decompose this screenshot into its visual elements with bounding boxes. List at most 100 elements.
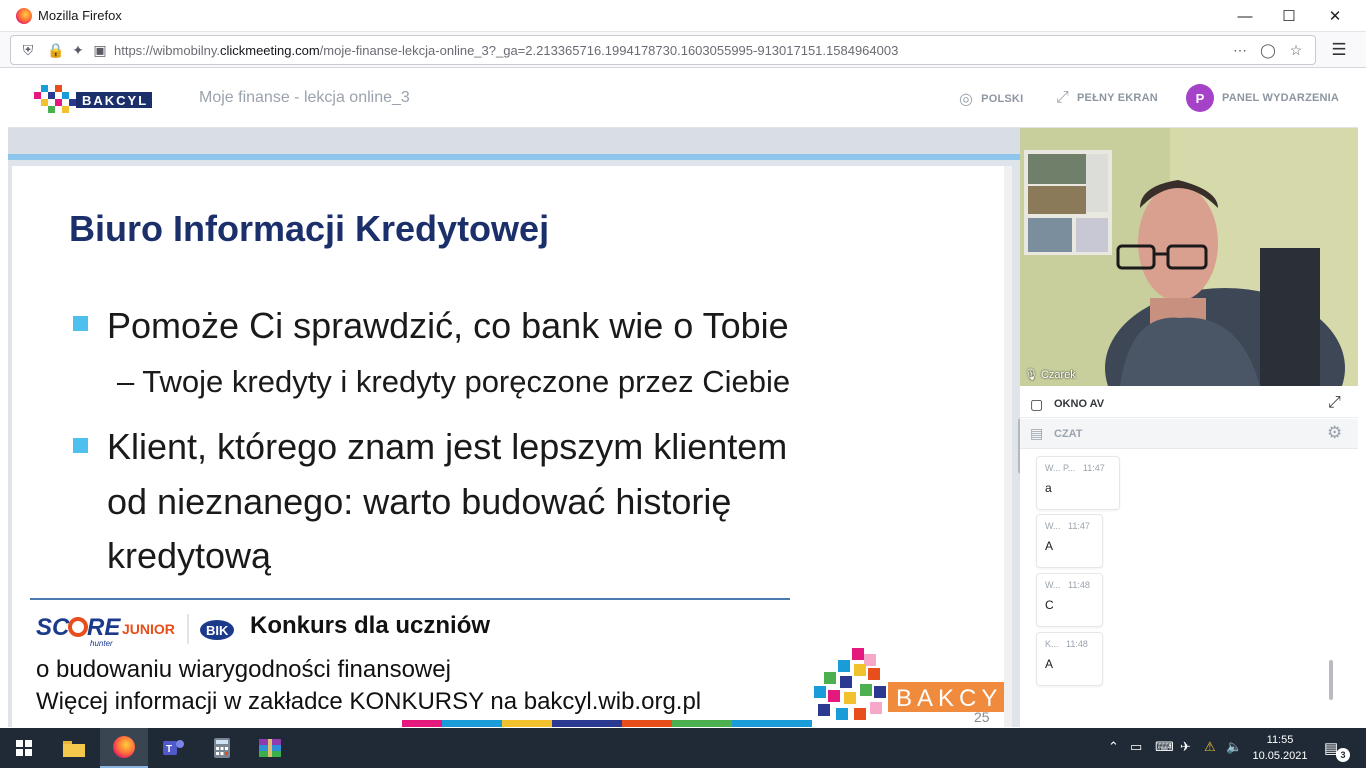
presentation-toolbar xyxy=(8,128,1020,160)
chat-message-text: C xyxy=(1045,598,1054,612)
contest-description: o budowaniu wiarygodności finansowej xyxy=(36,656,451,683)
system-clock[interactable]: 11:55 10.05.2021 xyxy=(1250,732,1310,764)
score-logo-text-2: RE xyxy=(87,614,121,641)
chat-label: CZAT xyxy=(1054,428,1083,440)
teams-taskbar-button[interactable]: T xyxy=(150,728,198,768)
network-icon[interactable]: ▭ xyxy=(1130,739,1142,755)
bullet-marker xyxy=(73,316,88,331)
volume-icon[interactable]: 🔈 xyxy=(1226,739,1242,755)
firefox-icon xyxy=(16,8,32,24)
av-window-bar[interactable]: ▢ OKNO AV ⤢ xyxy=(1020,390,1358,418)
slide: Biuro Informacji Kredytowej Pomoże Ci sp… xyxy=(12,166,1012,727)
close-window-button[interactable]: ✕ xyxy=(1312,0,1358,32)
slide-sub-bullet: – Twoje kredyty i kredyty poręczone prze… xyxy=(117,364,791,399)
chat-message-list: W... P... 11:47 a W... 11:47 A W... 11:4… xyxy=(1020,450,1358,718)
maximize-button[interactable]: ☐ xyxy=(1266,0,1312,32)
notification-count-badge: 3 xyxy=(1336,748,1350,762)
start-button[interactable] xyxy=(0,728,48,768)
winrar-icon xyxy=(259,739,281,757)
chat-message: W... 11:48 C xyxy=(1036,573,1103,627)
slide-bullet-2-line-3: kredytową xyxy=(107,535,272,576)
hunter-logo-text: hunter xyxy=(90,639,113,648)
chat-message: W... 11:47 A xyxy=(1036,514,1103,568)
video-camera-icon: ▢ xyxy=(1030,396,1044,412)
presentation-area: Biuro Informacji Kredytowej Pomoże Ci sp… xyxy=(8,128,1020,727)
navigation-bar: ⛨ 🔒 ✦ ▣ https://wibmobilny.clickmeeting.… xyxy=(0,32,1366,68)
fullscreen-label: PEŁNY EKRAN xyxy=(1077,92,1158,104)
calculator-icon xyxy=(214,738,230,758)
folder-icon xyxy=(63,741,85,757)
menu-icon[interactable]: ☰ xyxy=(1328,39,1350,61)
firefox-icon xyxy=(113,736,135,758)
minimize-button[interactable]: — xyxy=(1222,0,1268,32)
fullscreen-icon: ⤢ xyxy=(1056,89,1070,106)
fullscreen-button[interactable]: ⤢ PEŁNY EKRAN xyxy=(1056,89,1158,107)
event-panel-button[interactable]: P PANEL WYDARZENIA xyxy=(1186,84,1339,112)
globe-icon: ◎ xyxy=(959,91,974,108)
file-explorer-button[interactable] xyxy=(50,728,98,768)
page-actions-icon[interactable]: ⋯ xyxy=(1231,41,1249,59)
warning-icon[interactable]: ⚠ xyxy=(1204,739,1216,755)
slide-bullet-2-line-1: Klient, którego znam jest lepszym klient… xyxy=(107,426,788,467)
slide-bullet-1: Pomoże Ci sprawdzić, co bank wie o Tobie xyxy=(107,305,789,346)
gear-icon[interactable]: ⚙ xyxy=(1327,423,1342,443)
bakcyl-logo-text: BAKCYL xyxy=(82,93,148,108)
webcam-video xyxy=(1020,128,1358,386)
camera-permission-icon[interactable]: ▣ xyxy=(91,41,109,59)
slide-divider xyxy=(30,598,790,600)
contest-title: Konkurs dla uczniów xyxy=(250,612,491,639)
right-panel: 🎙 Czarek ▢ OKNO AV ⤢ ▤ CZAT ⚙ W... P... … xyxy=(1020,128,1358,727)
window-titlebar: Mozilla Firefox — ☐ ✕ xyxy=(0,0,1366,32)
window-title: Mozilla Firefox xyxy=(38,8,122,23)
clock-date: 10.05.2021 xyxy=(1252,750,1308,762)
score-logo-o-icon xyxy=(68,617,88,637)
chat-message: W... P... 11:47 a xyxy=(1036,456,1120,510)
participant-name-label: 🎙 Czarek xyxy=(1024,368,1076,382)
junior-logo-text: JUNIOR xyxy=(122,621,175,637)
chat-scrollbar[interactable] xyxy=(1329,660,1333,700)
chat-message-meta: W... P... 11:47 xyxy=(1045,463,1105,473)
chat-message-meta: W... 11:47 xyxy=(1045,521,1090,531)
avatar: P xyxy=(1186,84,1214,112)
url-bar[interactable]: ⛨ 🔒 ✦ ▣ https://wibmobilny.clickmeeting.… xyxy=(10,35,1316,65)
bik-logo-text: BIK xyxy=(206,623,229,638)
pocket-icon[interactable]: ◯ xyxy=(1259,41,1277,59)
chat-header: ▤ CZAT ⚙ xyxy=(1020,419,1358,449)
url-text[interactable]: https://wibmobilny.clickmeeting.com/moje… xyxy=(114,43,898,58)
teams-icon: T xyxy=(163,740,184,755)
firefox-taskbar-button[interactable] xyxy=(100,728,148,768)
chat-message: K... 11:48 A xyxy=(1036,632,1103,686)
undock-window-icon[interactable]: ⤢ xyxy=(1328,394,1341,412)
windows-taskbar: T ⌃ ▭ ⌨ ✈ ⚠ 🔈 11:55 10.05.2021 ▤ 3 xyxy=(0,728,1366,768)
tray-overflow-icon[interactable]: ⌃ xyxy=(1108,739,1119,755)
bakcyl-logo: BAKCYL xyxy=(34,85,152,113)
shield-icon[interactable]: ⛨ xyxy=(19,41,37,59)
event-title: Moje finanse - lekcja online_3 xyxy=(199,89,410,106)
slide-logo-text: BAKCYL xyxy=(896,685,1012,712)
score-logo-text: SC xyxy=(36,614,70,641)
participant-name: Czarek xyxy=(1040,368,1076,381)
chat-message-text: a xyxy=(1045,481,1052,495)
lock-icon[interactable]: 🔒 xyxy=(47,41,65,59)
chat-message-meta: K... 11:48 xyxy=(1045,639,1088,649)
event-panel-label: PANEL WYDARZENIA xyxy=(1222,92,1340,104)
archive-taskbar-button[interactable] xyxy=(246,728,294,768)
chat-message-meta: W... 11:48 xyxy=(1045,580,1090,590)
clock-time: 11:55 xyxy=(1266,734,1294,746)
slide-bullet-2-line-2: od nieznanego: warto budować historię xyxy=(107,481,732,522)
chat-icon: ▤ xyxy=(1030,425,1044,441)
calculator-taskbar-button[interactable] xyxy=(198,728,246,768)
av-window-label: OKNO AV xyxy=(1054,398,1105,410)
permissions-icon[interactable]: ✦ xyxy=(69,41,87,59)
airplane-icon[interactable]: ✈ xyxy=(1180,739,1191,755)
app-header: BAKCYL Moje finanse - lekcja online_3 ◎ … xyxy=(8,68,1358,128)
windows-icon xyxy=(16,740,32,756)
bookmark-star-icon[interactable]: ☆ xyxy=(1287,41,1305,59)
bullet-marker xyxy=(73,438,88,453)
slide-title: Biuro Informacji Kredytowej xyxy=(69,208,550,249)
contest-more-info: Więcej informacji w zakładce KONKURSY na… xyxy=(36,688,702,715)
keyboard-icon[interactable]: ⌨ xyxy=(1155,739,1174,755)
language-button[interactable]: ◎ POLSKI xyxy=(959,89,1023,109)
language-label: POLSKI xyxy=(981,93,1024,105)
microphone-icon: 🎙 xyxy=(1024,369,1038,381)
